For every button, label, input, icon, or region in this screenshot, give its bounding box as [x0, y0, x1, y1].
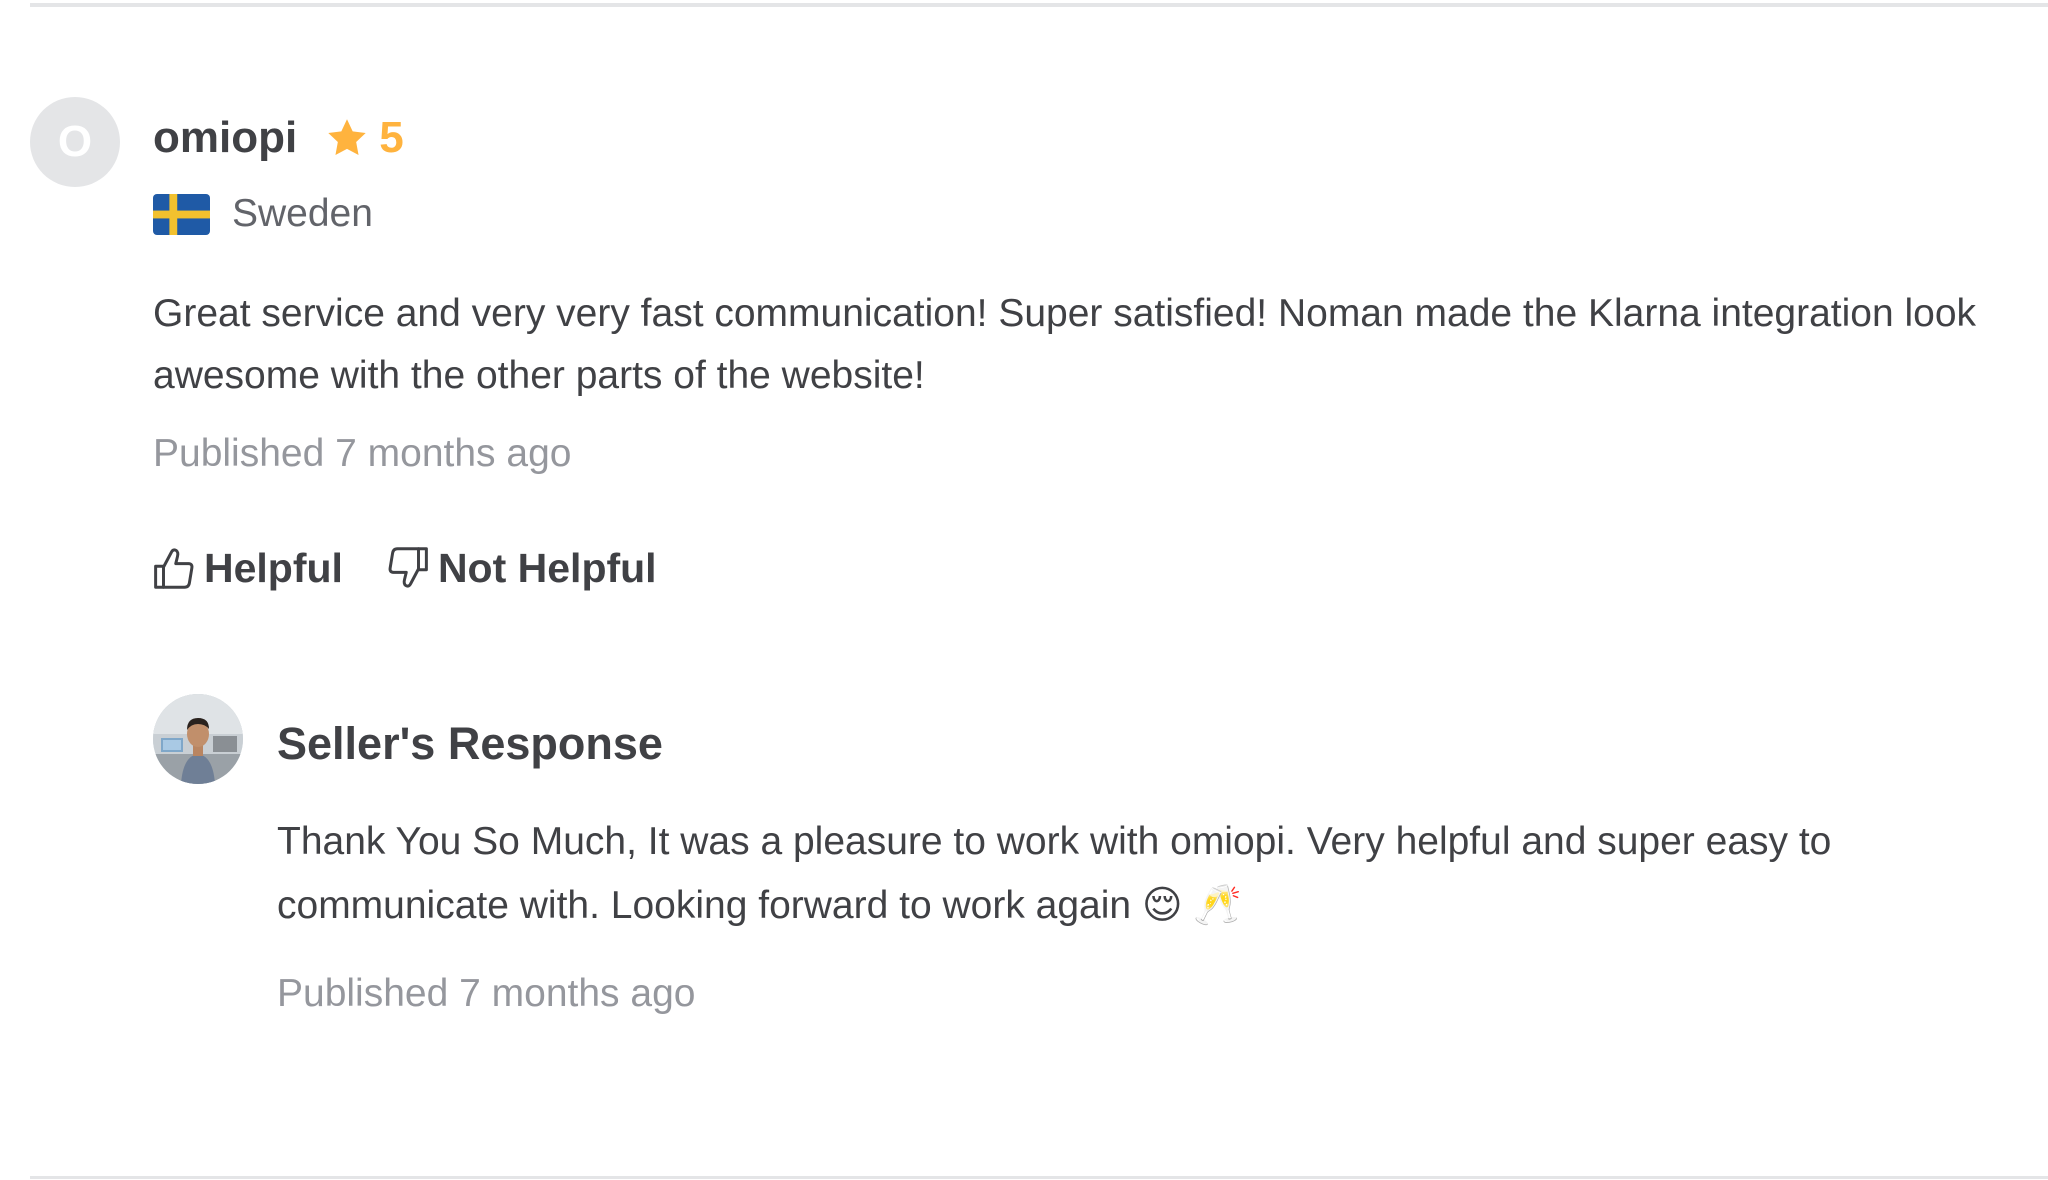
bottom-divider	[30, 1176, 2048, 1179]
reviewer-avatar: O	[30, 97, 120, 187]
rating-value: 5	[379, 113, 404, 162]
seller-response-title: Seller's Response	[277, 718, 663, 769]
review-text: Great service and very very fast communi…	[153, 292, 1977, 397]
review-published-date: Published 7 months ago	[153, 432, 572, 475]
thumbs-up-icon	[154, 548, 194, 589]
review-card: O omiopi 5 Sweden Great service and very…	[0, 0, 2048, 1180]
sweden-flag-icon	[153, 193, 210, 235]
top-divider	[30, 3, 2048, 7]
star-icon	[328, 119, 366, 156]
country-name: Sweden	[232, 192, 373, 235]
helpful-label: Helpful	[204, 544, 343, 591]
not-helpful-label: Not Helpful	[437, 544, 657, 591]
seller-response-published-date: Published 7 months ago	[277, 972, 696, 1015]
review-votes: Helpful Not Helpful	[153, 538, 657, 598]
reviewer-country: Sweden	[153, 188, 373, 240]
rating: 5	[325, 113, 404, 163]
reviewer-header: omiopi 5	[153, 108, 404, 168]
thumbs-down-icon	[388, 547, 428, 588]
seller-response-text: Thank You So Much, It was a pleasure to …	[277, 820, 1832, 927]
seller-avatar[interactable]	[153, 694, 243, 784]
not-helpful-button[interactable]: Not Helpful	[387, 545, 657, 592]
seller-photo	[153, 694, 243, 784]
helpful-button[interactable]: Helpful	[153, 545, 343, 592]
reviewer-username[interactable]: omiopi	[153, 113, 297, 163]
